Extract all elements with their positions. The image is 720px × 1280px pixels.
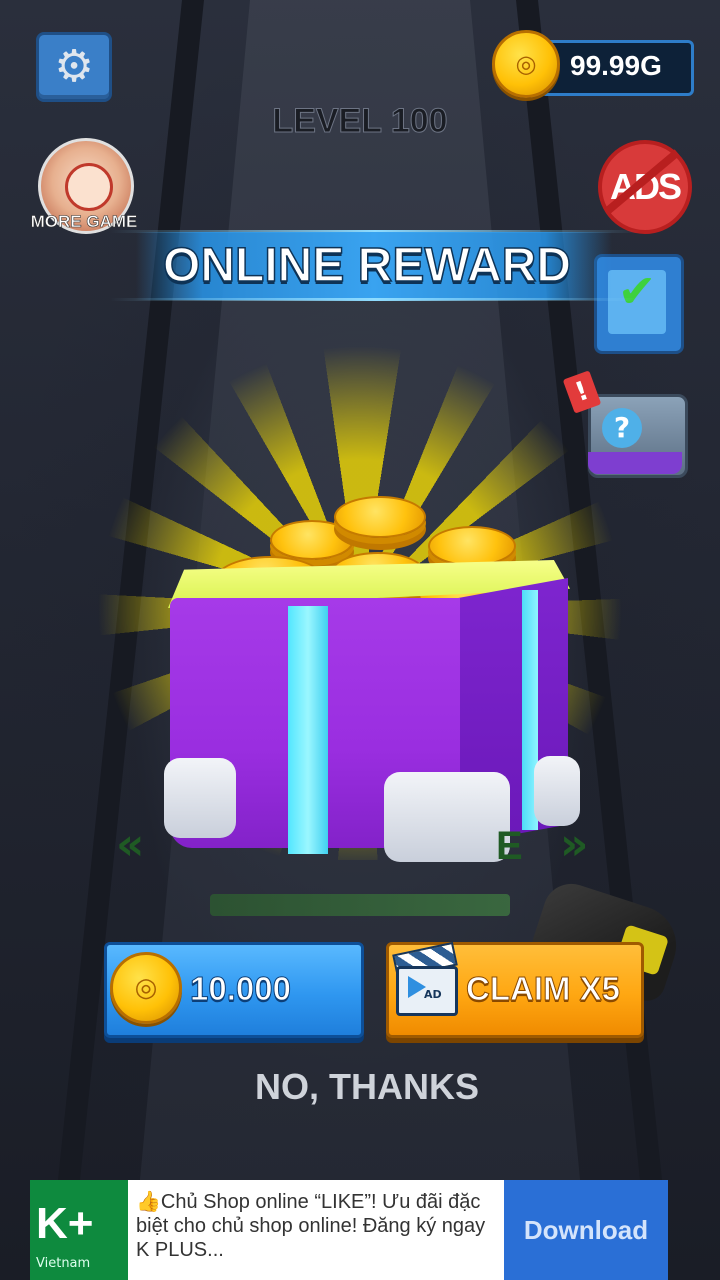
more-game-thumbnail [65,163,113,211]
coin-balance: 99.99G [570,50,662,81]
gift-ribbon [288,606,328,854]
ad-download-button[interactable]: Download [504,1180,668,1280]
popup-title: ONLINE REWARD [162,238,572,293]
box-corner-middle [384,772,510,862]
question-mark-icon: ? [602,408,642,448]
track-sign-fragment: E [496,824,523,868]
settings-button[interactable]: ⚙ [36,32,112,102]
claim-x5-label: CLAIM X5 [466,970,621,1008]
chevron-right-icon: » [560,819,589,870]
clapperboard-ad-label: AD [424,988,442,1001]
ad-brand-sub: Vietnam [36,1256,91,1271]
coin-pile-item [428,526,516,566]
ad-text: 👍Chủ Shop online “LIKE”! Ưu đãi đặc biệt… [136,1191,486,1261]
mystery-box-band [588,452,682,474]
reward-amount: 10.000 [190,970,292,1008]
no-thanks-button[interactable]: NO, THANKS [230,1062,504,1112]
level-indicator: LEVEL 100 [272,102,448,141]
clipboard-check-icon: ✔ [617,264,657,318]
coin-icon: ◎ [492,30,560,98]
gift-box-icon [160,490,580,870]
ad-brand: K+ [36,1199,94,1248]
chevron-left-icon: « [116,819,145,870]
track-progress-strip [210,894,510,916]
coin-icon: ◎ [110,952,182,1024]
banner-line-bottom [110,298,640,301]
ad-download-label: Download [523,1214,649,1245]
clapperboard-icon: AD [392,941,458,1016]
coin-pile-item [334,496,426,538]
box-corner-right [534,756,580,826]
gear-icon: ⚙ [54,41,94,92]
